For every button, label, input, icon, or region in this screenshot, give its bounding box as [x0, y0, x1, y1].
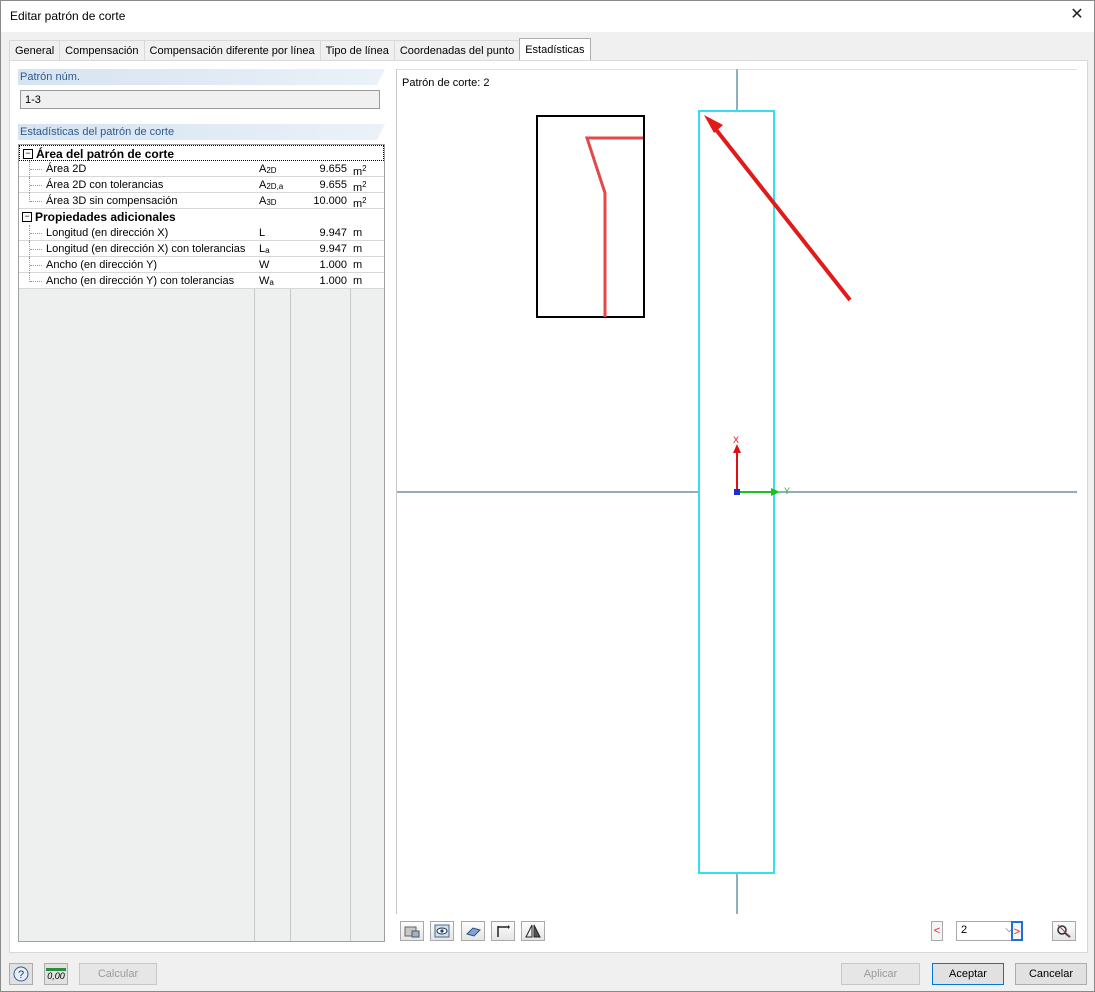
pattern-number-header: Patrón núm. [18, 69, 385, 85]
group-additional-properties[interactable]: − Propiedades adicionales [19, 209, 384, 225]
group-title: Propiedades adicionales [35, 210, 176, 224]
window-title: Editar patrón de corte [10, 9, 126, 23]
callout-arrow-shaft [712, 125, 852, 302]
apply-button[interactable]: Aplicar [841, 963, 920, 985]
table-row[interactable]: Área 2D A2D 9.655 m2 [19, 161, 384, 178]
row-value: 1.000 [319, 259, 347, 271]
tab-strip: General Compensación Compensación difere… [9, 38, 591, 61]
pattern-viewport[interactable]: Patrón de corte: 2 X Y [396, 69, 1077, 914]
pattern-drawing [397, 69, 1077, 914]
row-value: 1.000 [319, 275, 347, 287]
calculate-button[interactable]: Calcular [79, 963, 157, 985]
table-row[interactable]: Área 3D sin compensación A3D 10.000 m2 [19, 193, 384, 210]
reset-view-button[interactable] [1052, 921, 1076, 941]
row-label: Área 2D con tolerancias [46, 179, 164, 191]
callout-arrowhead [704, 115, 723, 133]
row-symbol: La [259, 243, 270, 255]
row-symbol: L [259, 227, 266, 239]
table-row[interactable]: Longitud (en dirección X) L 9.947 m [19, 225, 384, 241]
surface-view-button[interactable] [461, 921, 485, 941]
row-symbol: A3D [259, 195, 277, 207]
eye-icon [434, 924, 450, 938]
row-unit: m [353, 275, 363, 287]
help-button[interactable]: ? [9, 963, 33, 985]
pattern-select-value: 2 [961, 924, 968, 936]
table-row[interactable]: Ancho (en dirección Y) con tolerancias W… [19, 273, 384, 289]
row-label: Ancho (en dirección Y) con tolerancias [46, 275, 235, 287]
table-row[interactable]: Longitud (en dirección X) con tolerancia… [19, 241, 384, 257]
dialog-window: Editar patrón de corte ✕ General Compens… [0, 0, 1095, 992]
y-axis-arrowhead [771, 488, 780, 496]
visibility-button[interactable] [430, 921, 454, 941]
cancel-button[interactable]: Cancelar [1015, 963, 1087, 985]
axes-icon [497, 925, 510, 937]
row-value: 9.947 [319, 227, 347, 239]
axes-button[interactable] [491, 921, 515, 941]
next-pattern-button[interactable]: > [1011, 921, 1023, 941]
row-unit: m2 [353, 196, 367, 210]
row-label: Ancho (en dirección Y) [46, 259, 158, 271]
x-axis-label: X [733, 435, 740, 445]
tab-estadisticas[interactable]: Estadísticas [519, 38, 591, 60]
tab-compensacion[interactable]: Compensación [59, 40, 145, 61]
table-row[interactable]: Área 2D con tolerancias A2D,a 9.655 m2 [19, 177, 384, 194]
close-icon[interactable]: ✕ [1068, 5, 1086, 25]
title-bar: Editar patrón de corte ✕ [1, 1, 1094, 32]
prev-pattern-button[interactable]: < [931, 921, 943, 941]
y-axis-label: Y [784, 486, 791, 496]
row-value: 9.655 [319, 163, 347, 175]
row-unit: m2 [353, 180, 367, 194]
tab-general[interactable]: General [9, 40, 61, 61]
row-label: Área 3D sin compensación [46, 195, 178, 207]
collapse-icon[interactable]: − [23, 149, 33, 159]
row-unit: m [353, 227, 363, 239]
x-axis-arrowhead [733, 444, 741, 453]
row-unit: m [353, 243, 363, 255]
row-label: Longitud (en dirección X) con tolerancia… [46, 243, 246, 255]
view-options-button[interactable] [400, 921, 424, 941]
mirror-button[interactable] [521, 921, 545, 941]
stats-header: Estadísticas del patrón de corte [18, 124, 385, 140]
row-value: 9.655 [319, 179, 347, 191]
stats-table: − Área del patrón de corte Área 2D A2D 9… [18, 144, 385, 942]
ok-button[interactable]: Aceptar [932, 963, 1004, 985]
mirror-icon [525, 924, 541, 938]
statistics-panel: Patrón núm. 1-3 Estadísticas del patrón … [9, 60, 1088, 953]
row-unit: m2 [353, 164, 367, 178]
group-area[interactable]: − Área del patrón de corte [19, 145, 384, 161]
row-value: 10.000 [313, 195, 347, 207]
collapse-icon[interactable]: − [22, 212, 32, 222]
tab-coordenadas[interactable]: Coordenadas del punto [393, 40, 521, 61]
table-row[interactable]: Ancho (en dirección Y) W 1.000 m [19, 257, 384, 273]
tab-compensacion-por-linea[interactable]: Compensación diferente por línea [143, 40, 321, 61]
pattern-select[interactable]: 2 ⌵ [956, 921, 1018, 941]
zoom-reset-icon [1057, 924, 1071, 938]
units-button[interactable]: 0,00 [44, 963, 68, 985]
units-icon: 0,00 [46, 967, 66, 981]
print-view-icon [404, 926, 420, 938]
row-unit: m [353, 259, 363, 271]
help-icon: ? [13, 966, 29, 982]
row-label: Longitud (en dirección X) [46, 227, 169, 239]
axis-origin [734, 489, 740, 495]
row-symbol: Wa [259, 275, 274, 287]
group-title: Área del patrón de corte [36, 147, 175, 161]
row-value: 9.947 [319, 243, 347, 255]
row-symbol: A2D [259, 163, 277, 175]
row-symbol: A2D,a [259, 179, 284, 191]
pattern-number-field: 1-3 [20, 90, 380, 109]
row-label: Área 2D [46, 163, 87, 175]
svg-text:?: ? [18, 969, 24, 981]
tab-tipo-de-linea[interactable]: Tipo de línea [319, 40, 395, 61]
row-symbol: W [259, 259, 270, 271]
surface-icon [466, 927, 481, 937]
